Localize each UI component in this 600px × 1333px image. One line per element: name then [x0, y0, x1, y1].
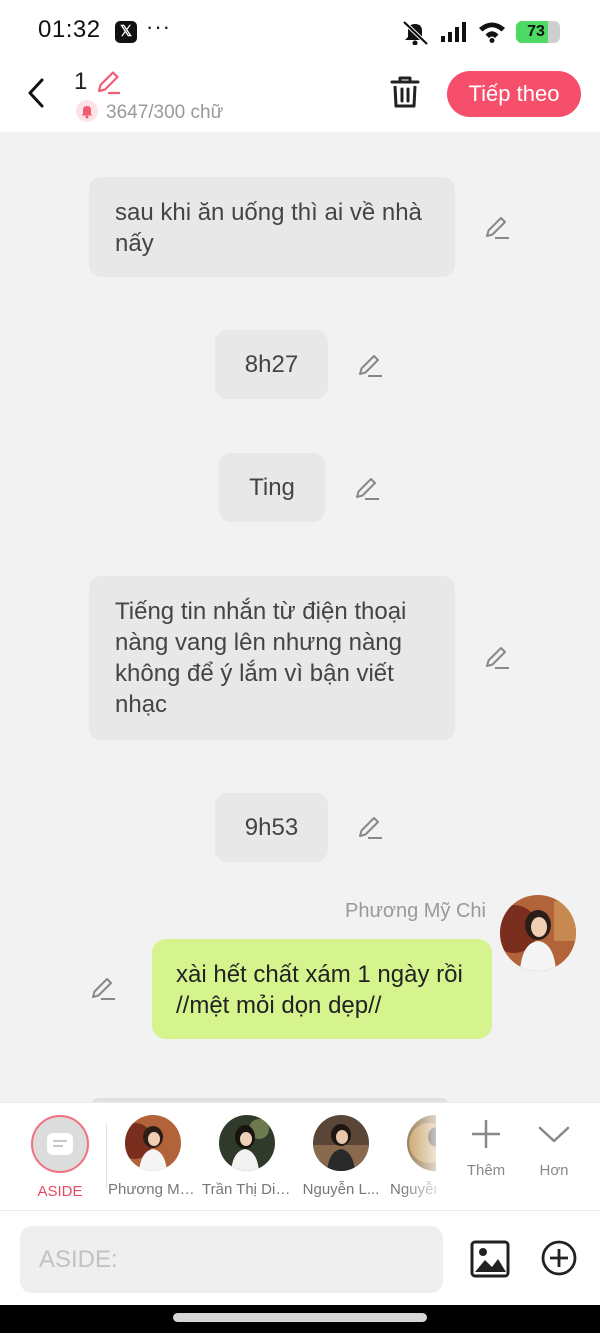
status-bar: 01:32 𝕏 ··· 73: [0, 0, 600, 62]
divider: [106, 1123, 107, 1189]
status-time: 01:32: [38, 16, 101, 43]
character-name: Phương Mỹ Chi: [108, 1181, 198, 1198]
narration-bubble[interactable]: 9h53: [215, 793, 328, 862]
message-input[interactable]: ASIDE:: [20, 1226, 443, 1293]
next-button[interactable]: Tiếp theo: [447, 71, 581, 117]
more-characters-button[interactable]: Hơn: [531, 1117, 577, 1179]
wifi-icon: [479, 22, 505, 43]
mute-icon: [402, 20, 429, 45]
narration-text: 9h53: [244, 814, 299, 841]
more-notifications-icon: ···: [146, 14, 171, 39]
edit-message-icon[interactable]: [356, 352, 384, 380]
input-bar: ASIDE:: [0, 1210, 600, 1305]
scroll-fade: [400, 1103, 450, 1211]
input-placeholder: ASIDE:: [39, 1246, 118, 1273]
edit-message-icon[interactable]: [483, 214, 511, 242]
narration-text: sau khi ăn uống thì ai về nhà nấy: [115, 199, 422, 257]
plus-icon: [472, 1120, 500, 1148]
edit-title-icon[interactable]: [94, 68, 122, 96]
more-characters-label: Hơn: [539, 1162, 569, 1179]
narration-text: Tiếng tin nhắn từ điện thoại nàng vang l…: [115, 598, 407, 718]
aside-icon: [47, 1133, 73, 1155]
edit-message-icon[interactable]: [89, 975, 117, 1003]
speaker-avatar[interactable]: [500, 895, 576, 971]
narration-bubble[interactable]: Ting: [219, 453, 325, 522]
add-character-label: Thêm: [466, 1162, 506, 1179]
character-item[interactable]: Trần Thị Diễm: [202, 1115, 292, 1198]
editor-header: 1 3647/300 chữ Tiếp theo: [0, 62, 600, 132]
speaker-name: Phương Mỹ Chi: [345, 900, 486, 922]
character-bubble[interactable]: xài hết chất xám 1 ngày rồi //mệt mỏi dọ…: [152, 939, 492, 1039]
character-item[interactable]: Nguyễn L...: [296, 1115, 386, 1198]
character-item[interactable]: Phương Mỹ Chi: [108, 1115, 198, 1198]
edit-message-icon[interactable]: [483, 644, 511, 672]
aside-label: ASIDE: [37, 1183, 83, 1200]
home-indicator[interactable]: [173, 1313, 427, 1322]
add-character-button[interactable]: Thêm: [462, 1117, 510, 1179]
add-circle-icon[interactable]: [541, 1240, 577, 1276]
x-app-icon: 𝕏: [115, 21, 137, 43]
word-count: 3647/300 chữ: [106, 102, 224, 123]
character-name: Trần Thị Diễm: [202, 1181, 292, 1198]
back-icon[interactable]: [22, 76, 52, 110]
narration-text: 8h27: [244, 351, 299, 378]
narration-bubble[interactable]: 8h27: [215, 330, 328, 399]
character-name: Nguyễn L...: [302, 1181, 380, 1198]
edit-message-icon[interactable]: [353, 475, 381, 503]
narration-bubble[interactable]: sau khi ăn uống thì ai về nhà nấy: [89, 177, 455, 277]
character-avatar: [313, 1115, 369, 1171]
battery-icon: 73: [516, 21, 560, 43]
character-avatar: [219, 1115, 275, 1171]
trash-icon[interactable]: [388, 74, 422, 110]
narration-text: Ting: [249, 474, 295, 501]
character-message-text: xài hết chất xám 1 ngày rồi //mệt mỏi dọ…: [176, 961, 463, 1019]
image-icon[interactable]: [470, 1239, 510, 1279]
signal-icon: [441, 22, 466, 42]
word-goal-icon: [76, 100, 98, 122]
navigation-bar: [0, 1305, 600, 1333]
chat-area[interactable]: sau khi ăn uống thì ai về nhà nấy 8h27 T…: [0, 132, 600, 1104]
chevron-down-icon: [538, 1126, 570, 1143]
status-icons: 73: [400, 18, 560, 46]
battery-level: 73: [527, 23, 545, 40]
edit-message-icon[interactable]: [356, 814, 384, 842]
chapter-number: 1: [74, 68, 88, 95]
aside-button[interactable]: [31, 1115, 89, 1173]
character-bar: ASIDE Phương Mỹ Chi Trần Thị Diễm: [0, 1102, 600, 1211]
narration-bubble[interactable]: Tiếng tin nhắn từ điện thoại nàng vang l…: [89, 576, 455, 740]
character-avatar: [125, 1115, 181, 1171]
